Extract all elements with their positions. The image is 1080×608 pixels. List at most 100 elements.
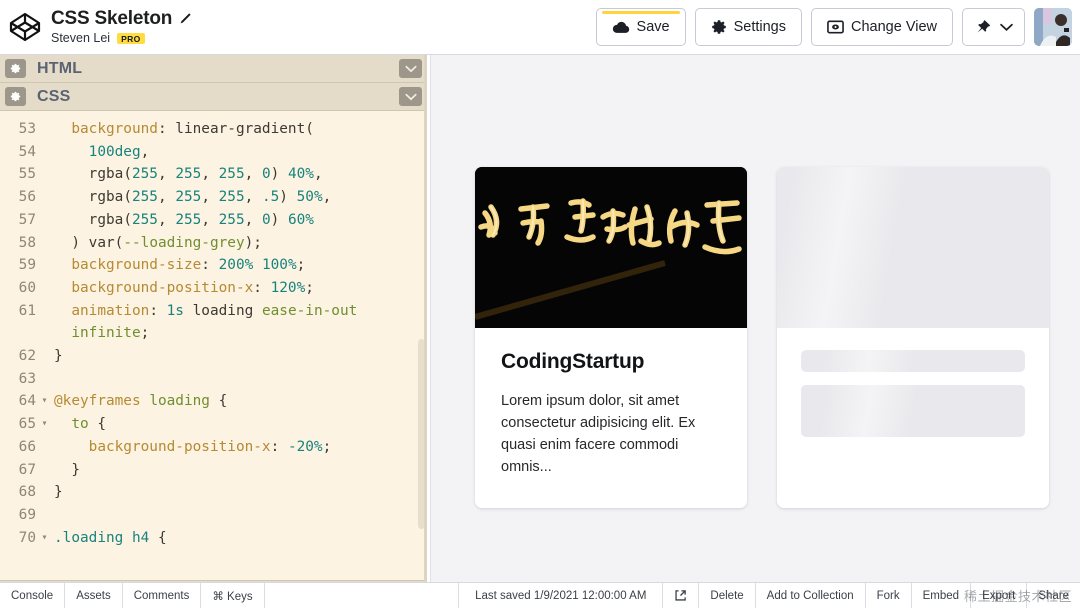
code-line[interactable]: 62} [0,345,427,368]
code-line[interactable]: 66 background-position-x: -20%; [0,436,427,459]
code-line[interactable]: 70 ▾ .loading h4 { [0,527,427,550]
gear-icon [711,19,727,35]
pin-button[interactable] [962,8,1025,46]
status-bar: Console Assets Comments ⌘ Keys Last save… [0,582,1080,608]
external-link-icon[interactable] [663,583,700,608]
fold-arrow-icon[interactable] [40,141,49,164]
fold-arrow-icon[interactable] [40,118,49,141]
line-number: 60 [18,279,36,296]
add-to-collection-button[interactable]: Add to Collection [756,583,866,608]
fold-arrow-icon[interactable] [40,232,49,255]
code-line[interactable]: infinite; [0,322,427,345]
fold-arrow-icon[interactable] [40,481,49,504]
gear-icon[interactable] [5,87,26,106]
toolbar-actions: Save Settings Change View [595,8,1080,46]
panel-header-html[interactable]: HTML [0,55,427,83]
change-view-button-label: Change View [851,19,937,35]
fold-arrow-icon[interactable] [40,186,49,209]
fold-arrow-icon[interactable]: ▾ [40,527,49,550]
neon-calligraphy-image [475,167,747,328]
tab-comments[interactable]: Comments [123,583,202,608]
tab-assets[interactable]: Assets [65,583,123,608]
content-card: CodingStartup Lorem ipsum dolor, sit ame… [475,167,747,508]
code-lines[interactable]: 53 background: linear-gradient(54 100deg… [0,111,427,549]
tab-keyboard-shortcuts[interactable]: ⌘ Keys [201,583,265,608]
fold-arrow-icon[interactable] [40,277,49,300]
code-text: } [54,348,63,365]
gear-icon[interactable] [5,59,26,78]
card-description: Lorem ipsum dolor, sit amet consectetur … [501,393,696,475]
pencil-icon[interactable] [178,12,192,26]
panel-label-html: HTML [37,59,83,77]
code-text: background-position-x: 120%; [54,279,314,296]
fold-arrow-icon[interactable]: ▾ [40,390,49,413]
fold-arrow-icon[interactable] [40,254,49,277]
code-line[interactable]: 64 ▾ @keyframes loading { [0,390,427,413]
code-line[interactable]: 60 background-position-x: 120%; [0,277,427,300]
editor-resize-handle[interactable] [424,55,427,608]
chevron-down-icon[interactable] [399,59,422,78]
code-line[interactable]: 54 100deg, [0,141,427,164]
change-view-button[interactable]: Change View [811,8,953,46]
panel-header-css[interactable]: CSS [0,83,427,111]
code-text: rgba(255, 255, 255, .5) 50%, [88,189,332,206]
fork-button[interactable]: Fork [866,583,912,608]
codepen-logo-icon[interactable] [8,10,42,44]
delete-button[interactable]: Delete [699,583,756,608]
code-line[interactable]: 55 rgba(255, 255, 255, 0) 40%, [0,163,427,186]
share-button[interactable]: Share [1027,583,1080,608]
pen-title-row: CSS Skeleton [51,8,192,30]
line-number: 67 [18,461,36,478]
code-text: rgba(255, 255, 255, 0) 60% [88,211,314,228]
code-line[interactable]: 69 [0,504,427,527]
workspace: HTML CSS 53 background: linear-gradient(… [0,55,1080,608]
code-text: } [54,461,80,478]
fold-arrow-icon[interactable] [40,209,49,232]
fold-arrow-icon[interactable] [40,163,49,186]
screen-icon [827,20,844,34]
panel-label-css: CSS [37,87,71,105]
line-number: 57 [18,211,36,228]
embed-button[interactable]: Embed [912,583,972,608]
tab-console[interactable]: Console [0,583,66,608]
skeleton-card [777,167,1049,508]
skeleton-body [777,328,1049,467]
fold-arrow-icon[interactable] [40,300,49,323]
code-text: @keyframes loading { [54,393,228,410]
code-line[interactable]: 57 rgba(255, 255, 255, 0) 60% [0,209,427,232]
line-number: 66 [18,438,36,455]
fold-arrow-icon[interactable] [40,322,49,345]
cards-container: CodingStartup Lorem ipsum dolor, sit ame… [475,167,1049,508]
fold-arrow-icon[interactable] [40,345,49,368]
fold-arrow-icon[interactable] [40,436,49,459]
author-name[interactable]: Steven Lei [51,31,110,45]
fold-arrow-icon[interactable]: ▾ [40,413,49,436]
code-line[interactable]: 59 background-size: 200% 100%; [0,254,427,277]
settings-button[interactable]: Settings [694,8,802,46]
code-line[interactable]: 65 ▾ to { [0,413,427,436]
code-text: rgba(255, 255, 255, 0) 40%, [88,166,323,183]
code-line[interactable]: 58 ) var(--loading-grey); [0,232,427,255]
code-line[interactable]: 53 background: linear-gradient( [0,118,427,141]
fold-arrow-icon[interactable] [40,459,49,482]
code-line[interactable]: 63 [0,368,427,391]
editor-column: HTML CSS 53 background: linear-gradient(… [0,55,427,608]
code-line[interactable]: 61 animation: 1s loading ease-in-out [0,300,427,323]
fold-arrow-icon[interactable] [40,504,49,527]
code-text: } [54,484,63,501]
code-line[interactable]: 67 } [0,459,427,482]
chevron-down-icon[interactable] [399,87,422,106]
code-editor[interactable]: 53 background: linear-gradient(54 100deg… [0,111,427,580]
export-button[interactable]: Export [971,583,1028,608]
avatar[interactable] [1034,8,1072,46]
code-line[interactable]: 56 rgba(255, 255, 255, .5) 50%, [0,186,427,209]
code-line[interactable]: 68} [0,481,427,504]
fold-arrow-icon[interactable] [40,368,49,391]
brand-text: CSS Skeleton Steven Lei PRO [51,8,192,45]
code-text: infinite; [71,325,150,342]
settings-button-label: Settings [733,19,786,35]
line-number: 55 [18,166,36,183]
line-number: 68 [18,484,36,501]
save-button[interactable]: Save [595,8,686,46]
